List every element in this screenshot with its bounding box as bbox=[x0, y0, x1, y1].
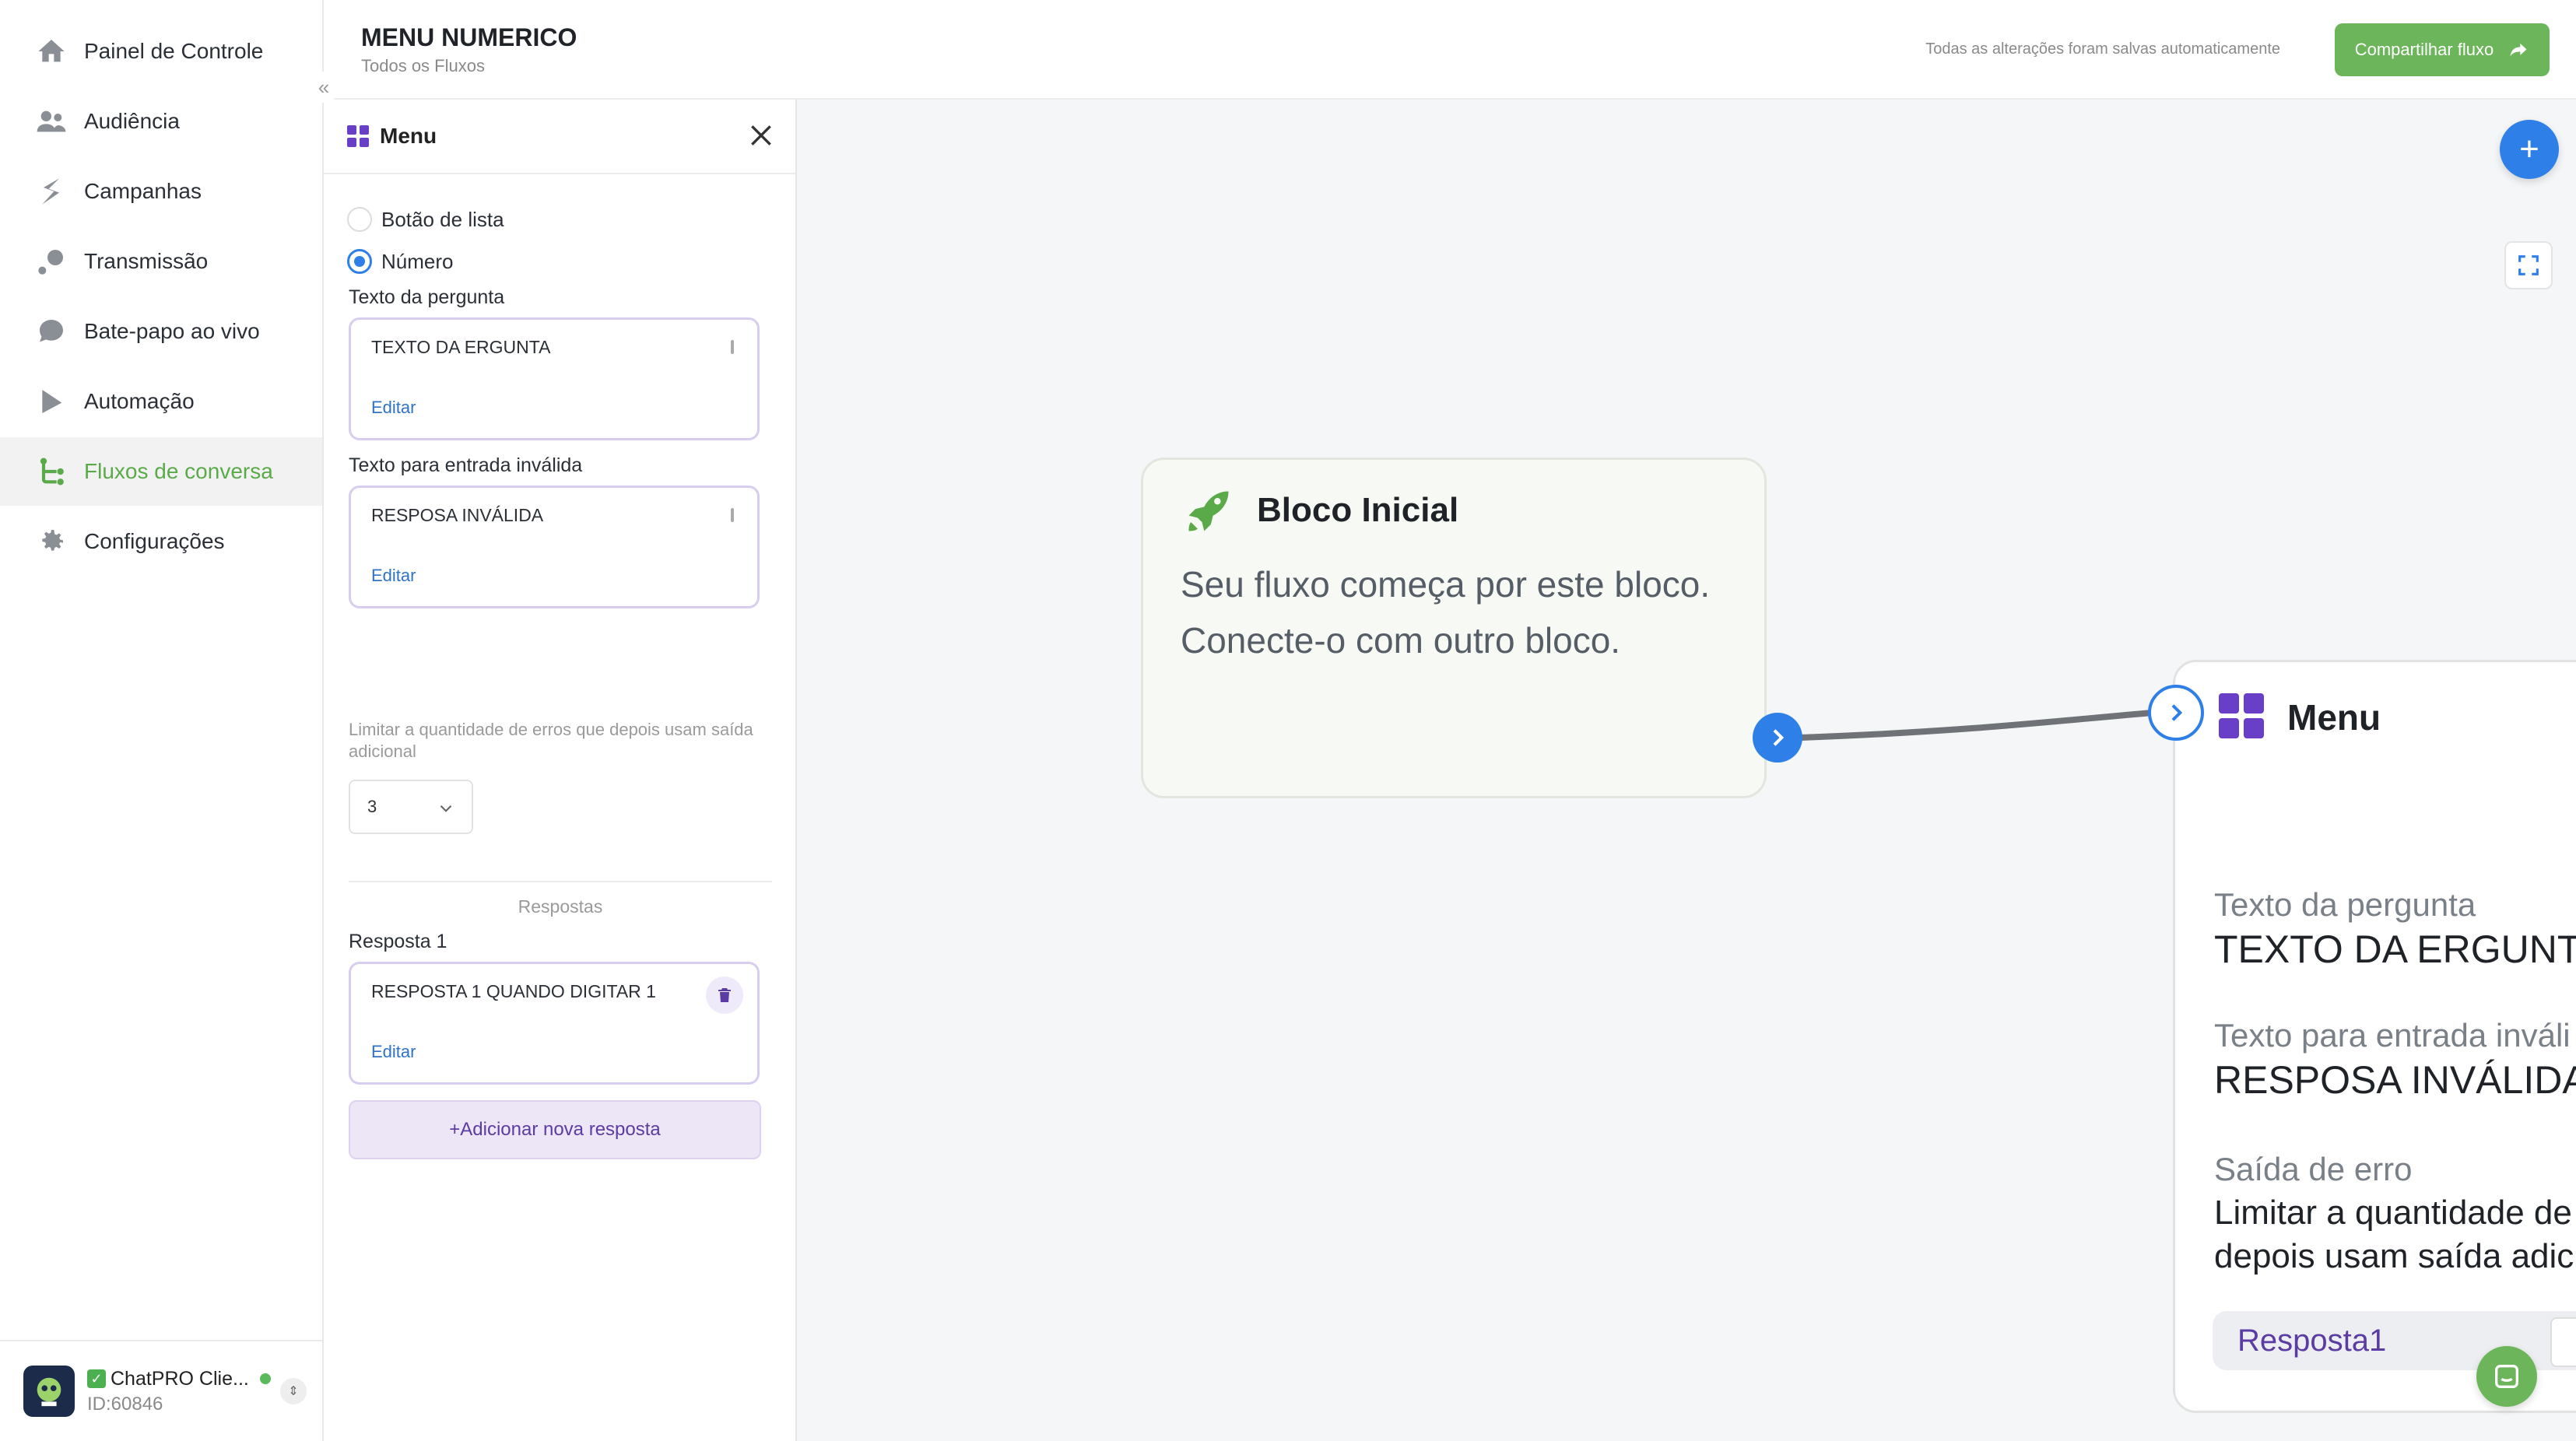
chat-icon bbox=[2495, 1365, 2518, 1388]
sidebar-item-fluxos-de-conversa[interactable]: Fluxos de conversa bbox=[0, 437, 322, 506]
account-id: ID:60846 bbox=[87, 1393, 163, 1415]
menu-block-title: Menu bbox=[2287, 697, 2381, 738]
account-name: ChatPRO Clie... bbox=[111, 1367, 249, 1390]
chevron-right-icon bbox=[2171, 704, 2183, 721]
output-port[interactable] bbox=[1753, 713, 1802, 763]
radio-circle-checked[interactable] bbox=[347, 249, 372, 274]
error-limit-value: 3 bbox=[367, 797, 377, 816]
menu-invalid-value: RESPOSA INVÁLIDA bbox=[2214, 1058, 2576, 1102]
flow-canvas[interactable]: Bloco Inicial Seu fluxo começa por este … bbox=[798, 100, 2576, 1441]
response-1-label: Resposta 1 bbox=[349, 931, 447, 952]
error-limit-hint: Limitar a quantidade de erros que depois… bbox=[349, 720, 753, 761]
chevron-right-icon bbox=[1773, 729, 1785, 746]
autosave-status: Todas as alterações foram salvas automat… bbox=[1925, 40, 2280, 58]
sidebar-item-label: Campanhas bbox=[84, 179, 202, 203]
sidebar-item-campanhas[interactable]: Campanhas bbox=[0, 157, 322, 226]
edit-response-link[interactable]: Editar bbox=[371, 1042, 416, 1062]
sidebar-item-label: Configurações bbox=[84, 529, 225, 553]
sidebar-item-transmissao[interactable]: Transmissão bbox=[0, 227, 322, 296]
share-flow-button[interactable]: Compartilhar fluxo bbox=[2335, 23, 2550, 76]
sidebar-item-label: Painel de Controle bbox=[84, 39, 264, 63]
chat-icon bbox=[34, 314, 68, 349]
flow-icon bbox=[34, 454, 68, 489]
drag-handle-icon[interactable] bbox=[731, 508, 734, 522]
invalid-input-label: Texto para entrada inválida bbox=[349, 454, 583, 476]
menu-invalid-label: Texto para entrada inváli bbox=[2214, 1017, 2571, 1054]
sidebar-item-label: Audiência bbox=[84, 109, 180, 133]
add-response-button[interactable]: +Adicionar nova resposta bbox=[349, 1100, 761, 1159]
collapse-sidebar-button[interactable]: « bbox=[308, 72, 339, 103]
broadcast-icon bbox=[34, 244, 68, 279]
users-icon bbox=[34, 104, 68, 138]
share-button-label: Compartilhar fluxo bbox=[2354, 40, 2494, 59]
input-port[interactable] bbox=[2148, 685, 2204, 741]
breadcrumb[interactable]: Todos os Fluxos bbox=[361, 56, 485, 76]
fit-view-button[interactable] bbox=[2504, 241, 2553, 289]
chevron-up-down-icon[interactable]: ⇕ bbox=[280, 1378, 307, 1404]
question-value: TEXTO DA ERGUNTA bbox=[371, 337, 551, 357]
menu-question-label: Texto da pergunta bbox=[2214, 886, 2476, 923]
sidebar-item-label: Automação bbox=[84, 389, 195, 413]
menu-question-value: TEXTO DA ERGUNTA bbox=[2214, 927, 2576, 971]
campaign-icon bbox=[34, 174, 68, 209]
page-title: MENU NUMERICO bbox=[361, 23, 577, 51]
sidebar-item-automacao[interactable]: Automação bbox=[0, 367, 322, 436]
sidebar-item-label: Transmissão bbox=[84, 249, 209, 273]
sidebar-item-label: Fluxos de conversa bbox=[84, 459, 273, 483]
menu-error-exit-label: Saída de erro bbox=[2214, 1151, 2413, 1187]
radio-circle[interactable] bbox=[347, 207, 372, 232]
drag-handle-icon[interactable] bbox=[731, 340, 734, 354]
invalid-input-text-box[interactable]: RESPOSA INVÁLIDA Editar bbox=[349, 486, 760, 608]
share-icon bbox=[2510, 43, 2527, 57]
sidebar: Painel de Controle Audiência Campanhas T… bbox=[0, 0, 324, 1441]
question-text-box[interactable]: TEXTO DA ERGUNTA Editar bbox=[349, 317, 760, 440]
invalid-input-value: RESPOSA INVÁLIDA bbox=[371, 505, 544, 525]
menu-error-exit-line2: depois usam saída adic bbox=[2214, 1237, 2574, 1275]
header: MENU NUMERICO Todos os Fluxos Todas as a… bbox=[324, 0, 2576, 100]
sidebar-item-label: Bate-papo ao vivo bbox=[84, 319, 260, 343]
expand-icon bbox=[2518, 255, 2539, 275]
sidebar-item-bate-papo[interactable]: Bate-papo ao vivo bbox=[0, 297, 322, 366]
avatar bbox=[23, 1366, 75, 1417]
responses-section-title: Respostas bbox=[518, 896, 603, 917]
close-icon[interactable] bbox=[746, 120, 777, 151]
panel-title: Menu bbox=[380, 124, 437, 148]
edit-invalid-link[interactable]: Editar bbox=[371, 566, 416, 586]
support-chat-button[interactable] bbox=[2476, 1346, 2537, 1407]
menu-grid-icon bbox=[2219, 693, 2264, 738]
divider bbox=[349, 881, 772, 882]
sidebar-item-configuracoes[interactable]: Configurações bbox=[0, 507, 322, 576]
start-block-title: Bloco Inicial bbox=[1257, 491, 1459, 529]
rocket-icon bbox=[1188, 491, 1229, 531]
add-block-button[interactable]: + bbox=[2500, 120, 2559, 179]
radio-list-button[interactable]: Botão de lista bbox=[347, 207, 504, 232]
menu-block[interactable]: Menu Texto da pergunta TEXTO DA ERGUNTA … bbox=[2173, 660, 2576, 1413]
home-icon bbox=[34, 34, 68, 68]
trash-icon[interactable] bbox=[706, 976, 743, 1014]
gear-icon bbox=[34, 524, 68, 559]
response-1-text-box[interactable]: RESPOSTA 1 QUANDO DIGITAR 1 Editar bbox=[349, 962, 760, 1085]
menu-grid-icon bbox=[347, 125, 369, 147]
online-status-dot bbox=[259, 1373, 271, 1384]
response-output-port[interactable] bbox=[2550, 1317, 2576, 1367]
chevron-down-icon bbox=[440, 805, 452, 812]
start-block[interactable]: Bloco Inicial Seu fluxo começa por este … bbox=[1141, 458, 1767, 798]
start-block-description: Seu fluxo começa por este bloco. Conecte… bbox=[1181, 564, 1711, 661]
response-1-value: RESPOSTA 1 QUANDO DIGITAR 1 bbox=[371, 981, 656, 1001]
verified-check-icon: ✓ bbox=[87, 1369, 106, 1388]
edit-question-link[interactable]: Editar bbox=[371, 398, 416, 418]
menu-error-exit-line1: Limitar a quantidade de bbox=[2214, 1194, 2572, 1232]
block-settings-panel: Menu Botão de lista Número Texto da perg… bbox=[324, 100, 797, 1441]
radio-label: Número bbox=[381, 249, 454, 273]
radio-number[interactable]: Número bbox=[347, 249, 453, 274]
account-switcher[interactable]: ✓ ChatPRO Clie... ID:60846 ⇕ bbox=[0, 1340, 322, 1441]
question-label: Texto da pergunta bbox=[349, 286, 505, 308]
sidebar-item-audiencia[interactable]: Audiência bbox=[0, 87, 322, 156]
sidebar-item-painel-de-controle[interactable]: Painel de Controle bbox=[0, 17, 322, 86]
automation-icon bbox=[34, 384, 68, 419]
radio-label: Botão de lista bbox=[381, 207, 504, 231]
error-limit-select[interactable]: 3 bbox=[349, 780, 473, 834]
